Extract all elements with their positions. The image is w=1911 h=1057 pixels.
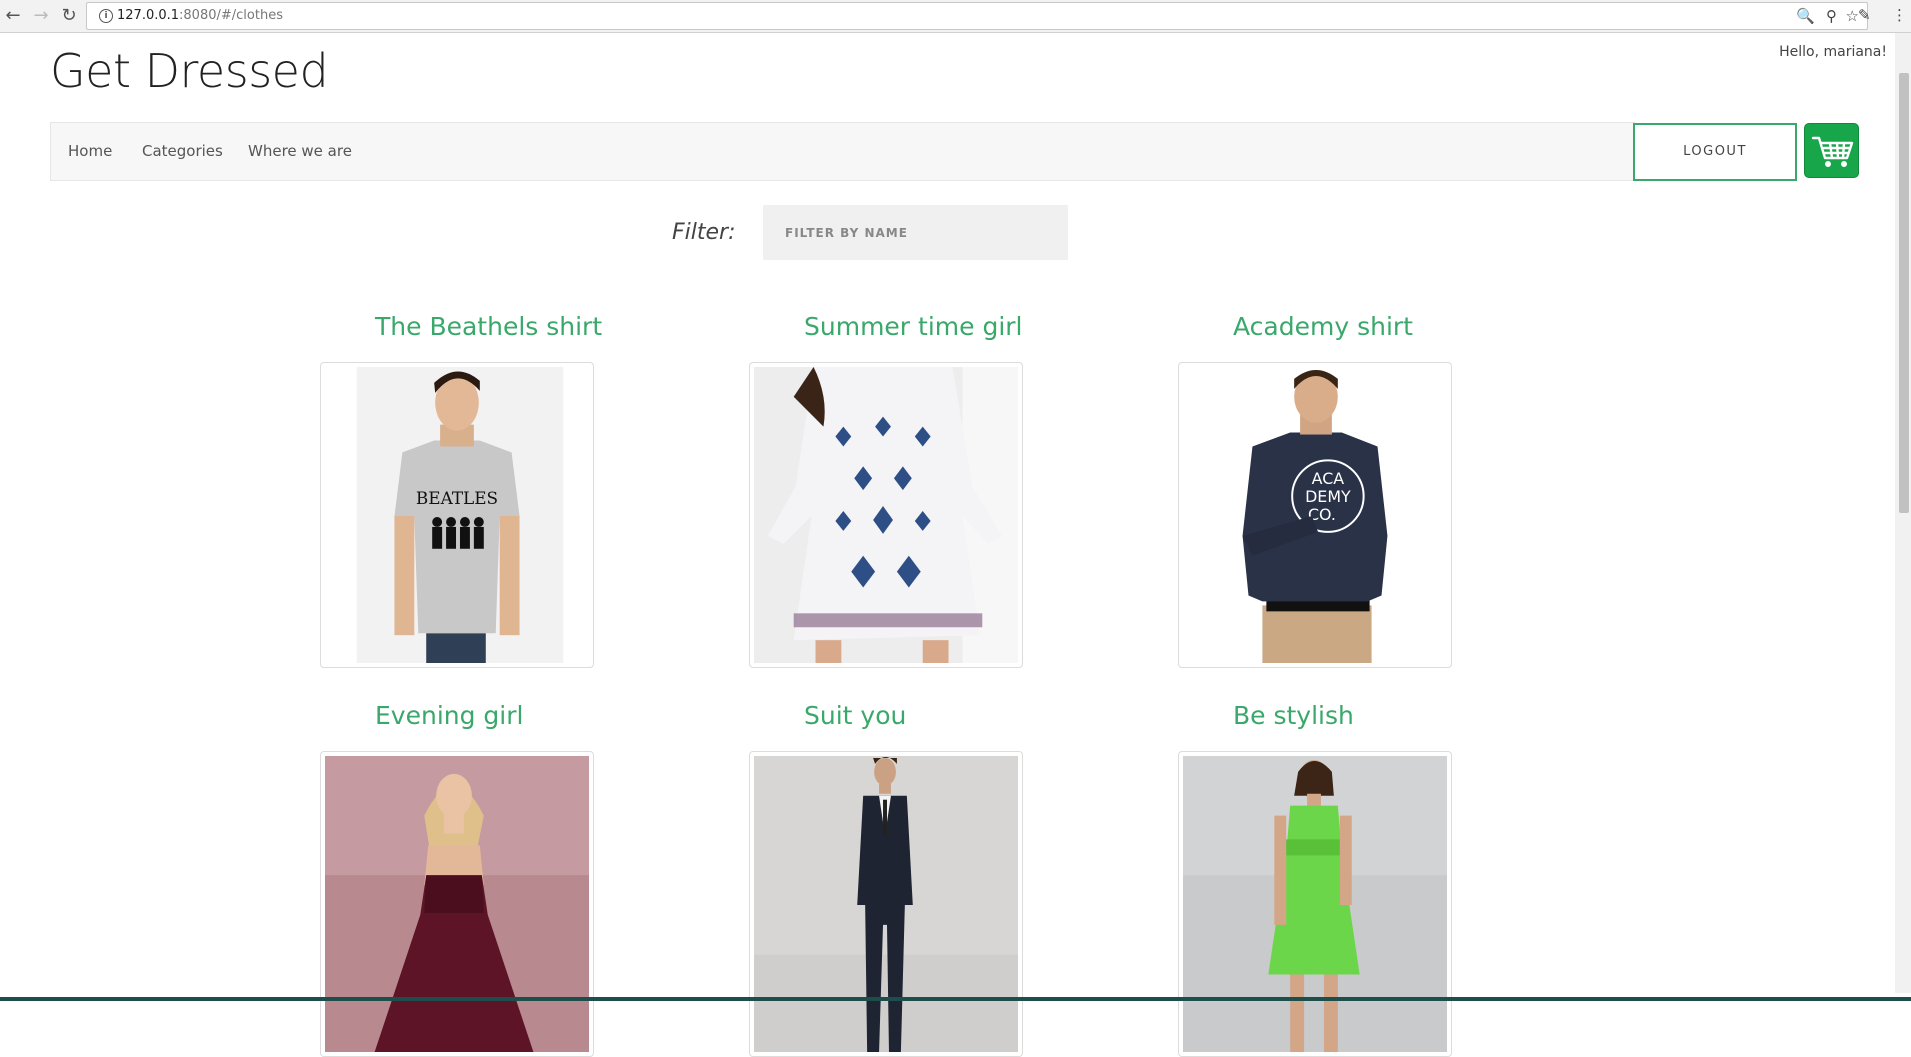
site-title: Get Dressed — [50, 44, 329, 98]
man-grey-tshirt-image: BEATLES — [325, 367, 589, 663]
browser-toolbar: ← → ↻ i 127.0.0.1:8080/#/clothes 🔍 ⚲ ☆ ✎… — [0, 0, 1911, 33]
man-dark-suit-image — [754, 756, 1018, 1052]
product-title[interactable]: Academy shirt — [1233, 312, 1413, 341]
main-navbar: Home Categories Where we are — [50, 122, 1635, 181]
bottom-bar — [0, 997, 1911, 1001]
reload-icon[interactable]: ↻ — [58, 5, 80, 27]
url-text: 127.0.0.1:8080/#/clothes — [117, 8, 283, 23]
vertical-scrollbar[interactable] — [1895, 33, 1911, 993]
product-card[interactable]: ACA DEMY CO. — [1178, 362, 1452, 668]
man-navy-sweatshirt-image: ACA DEMY CO. — [1183, 367, 1447, 663]
product-image[interactable]: BEATLES — [325, 367, 589, 663]
product-title[interactable]: Be stylish — [1233, 701, 1354, 730]
filter-label: Filter: — [672, 220, 736, 245]
product-title[interactable]: Summer time girl — [804, 312, 1023, 341]
user-greeting: Hello, mariana! — [1779, 44, 1887, 60]
product-image[interactable]: ACA DEMY CO. — [1183, 367, 1447, 663]
logout-button[interactable]: LOGOUT — [1633, 123, 1797, 181]
address-bar[interactable]: i 127.0.0.1:8080/#/clothes 🔍 ⚲ ☆ — [86, 2, 1868, 30]
scrollbar-thumb[interactable] — [1899, 73, 1909, 513]
woman-green-dress-image — [1183, 756, 1447, 1052]
woman-patterned-dress-image — [754, 367, 1018, 663]
arrow-left-icon[interactable]: ← — [2, 5, 24, 27]
product-image[interactable] — [754, 367, 1018, 663]
svg-text:ACA: ACA — [1312, 469, 1345, 488]
nav-where-we-are[interactable]: Where we are — [248, 142, 352, 160]
zoom-icon[interactable]: 🔍 — [1796, 7, 1815, 25]
eyedropper-icon[interactable]: ✎ — [1858, 6, 1871, 24]
product-image[interactable] — [754, 756, 1018, 1052]
product-card[interactable] — [1178, 751, 1452, 1057]
product-card[interactable] — [749, 751, 1023, 1057]
product-card[interactable] — [749, 362, 1023, 668]
star-icon[interactable]: ☆ — [1846, 7, 1859, 25]
filter-input[interactable] — [763, 205, 1068, 260]
url-path: :8080/#/clothes — [179, 8, 283, 23]
svg-text:BEATLES: BEATLES — [416, 488, 498, 508]
product-image[interactable] — [1183, 756, 1447, 1052]
product-image[interactable] — [325, 756, 589, 1052]
shopping-cart-icon — [1811, 136, 1854, 167]
product-title[interactable]: Evening girl — [375, 701, 523, 730]
key-icon[interactable]: ⚲ — [1826, 7, 1837, 25]
svg-text:DEMY: DEMY — [1305, 487, 1351, 506]
product-card[interactable]: BEATLES — [320, 362, 594, 668]
menu-dots-icon[interactable]: ⋮ — [1892, 6, 1907, 24]
nav-categories[interactable]: Categories — [142, 142, 223, 160]
woman-evening-gown-image — [325, 756, 589, 1052]
info-icon[interactable]: i — [99, 9, 113, 23]
product-title[interactable]: Suit you — [804, 701, 906, 730]
cart-button[interactable] — [1804, 123, 1859, 178]
product-title[interactable]: The Beathels shirt — [375, 312, 602, 341]
url-host: 127.0.0.1 — [117, 8, 180, 23]
arrow-right-icon[interactable]: → — [30, 5, 52, 27]
product-card[interactable] — [320, 751, 594, 1057]
nav-home[interactable]: Home — [68, 142, 112, 160]
